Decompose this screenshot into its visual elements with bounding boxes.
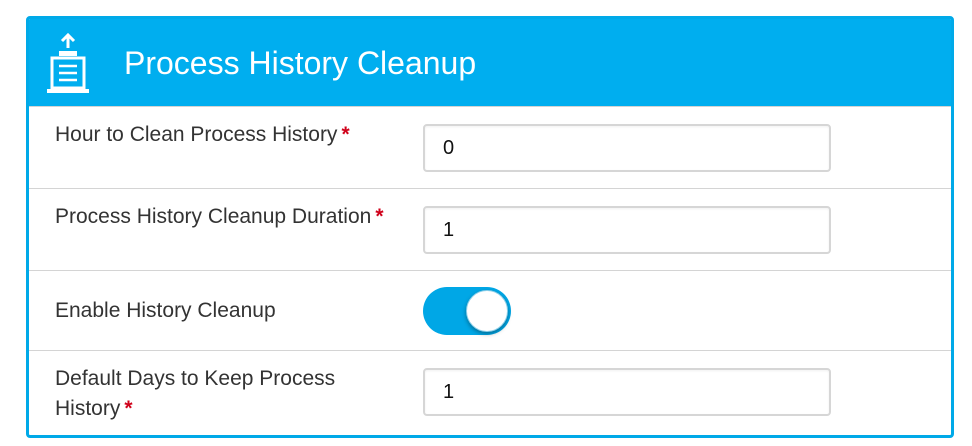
hour-to-clean-label: Hour to Clean Process History (55, 123, 338, 146)
required-marker: * (375, 205, 384, 228)
toggle-knob (466, 290, 508, 332)
enable-cleanup-label: Enable History Cleanup (55, 299, 276, 322)
field-row-default-days: Default Days to Keep Process History * (29, 350, 951, 435)
panel-title: Process History Cleanup (124, 45, 477, 81)
field-label: Process History Cleanup Duration * (55, 202, 385, 232)
upload-archive-icon (47, 32, 89, 93)
cleanup-duration-input[interactable] (423, 206, 831, 254)
required-marker: * (341, 123, 350, 146)
hour-to-clean-input[interactable] (423, 124, 831, 172)
default-days-label: Default Days to Keep Process History (55, 367, 336, 420)
panel-header: Process History Cleanup (29, 19, 951, 106)
field-row-cleanup-duration: Process History Cleanup Duration * (29, 188, 951, 270)
field-label: Default Days to Keep Process History * (55, 364, 385, 424)
process-history-cleanup-panel: Process History Cleanup Hour to Clean Pr… (26, 16, 954, 438)
cleanup-duration-label: Process History Cleanup Duration (55, 205, 372, 228)
required-marker: * (124, 397, 133, 420)
field-label: Hour to Clean Process History * (55, 120, 385, 150)
enable-cleanup-toggle[interactable] (423, 287, 511, 335)
field-row-hour-to-clean: Hour to Clean Process History * (29, 106, 951, 188)
field-row-enable-cleanup: Enable History Cleanup (29, 270, 951, 350)
default-days-input[interactable] (423, 368, 831, 416)
